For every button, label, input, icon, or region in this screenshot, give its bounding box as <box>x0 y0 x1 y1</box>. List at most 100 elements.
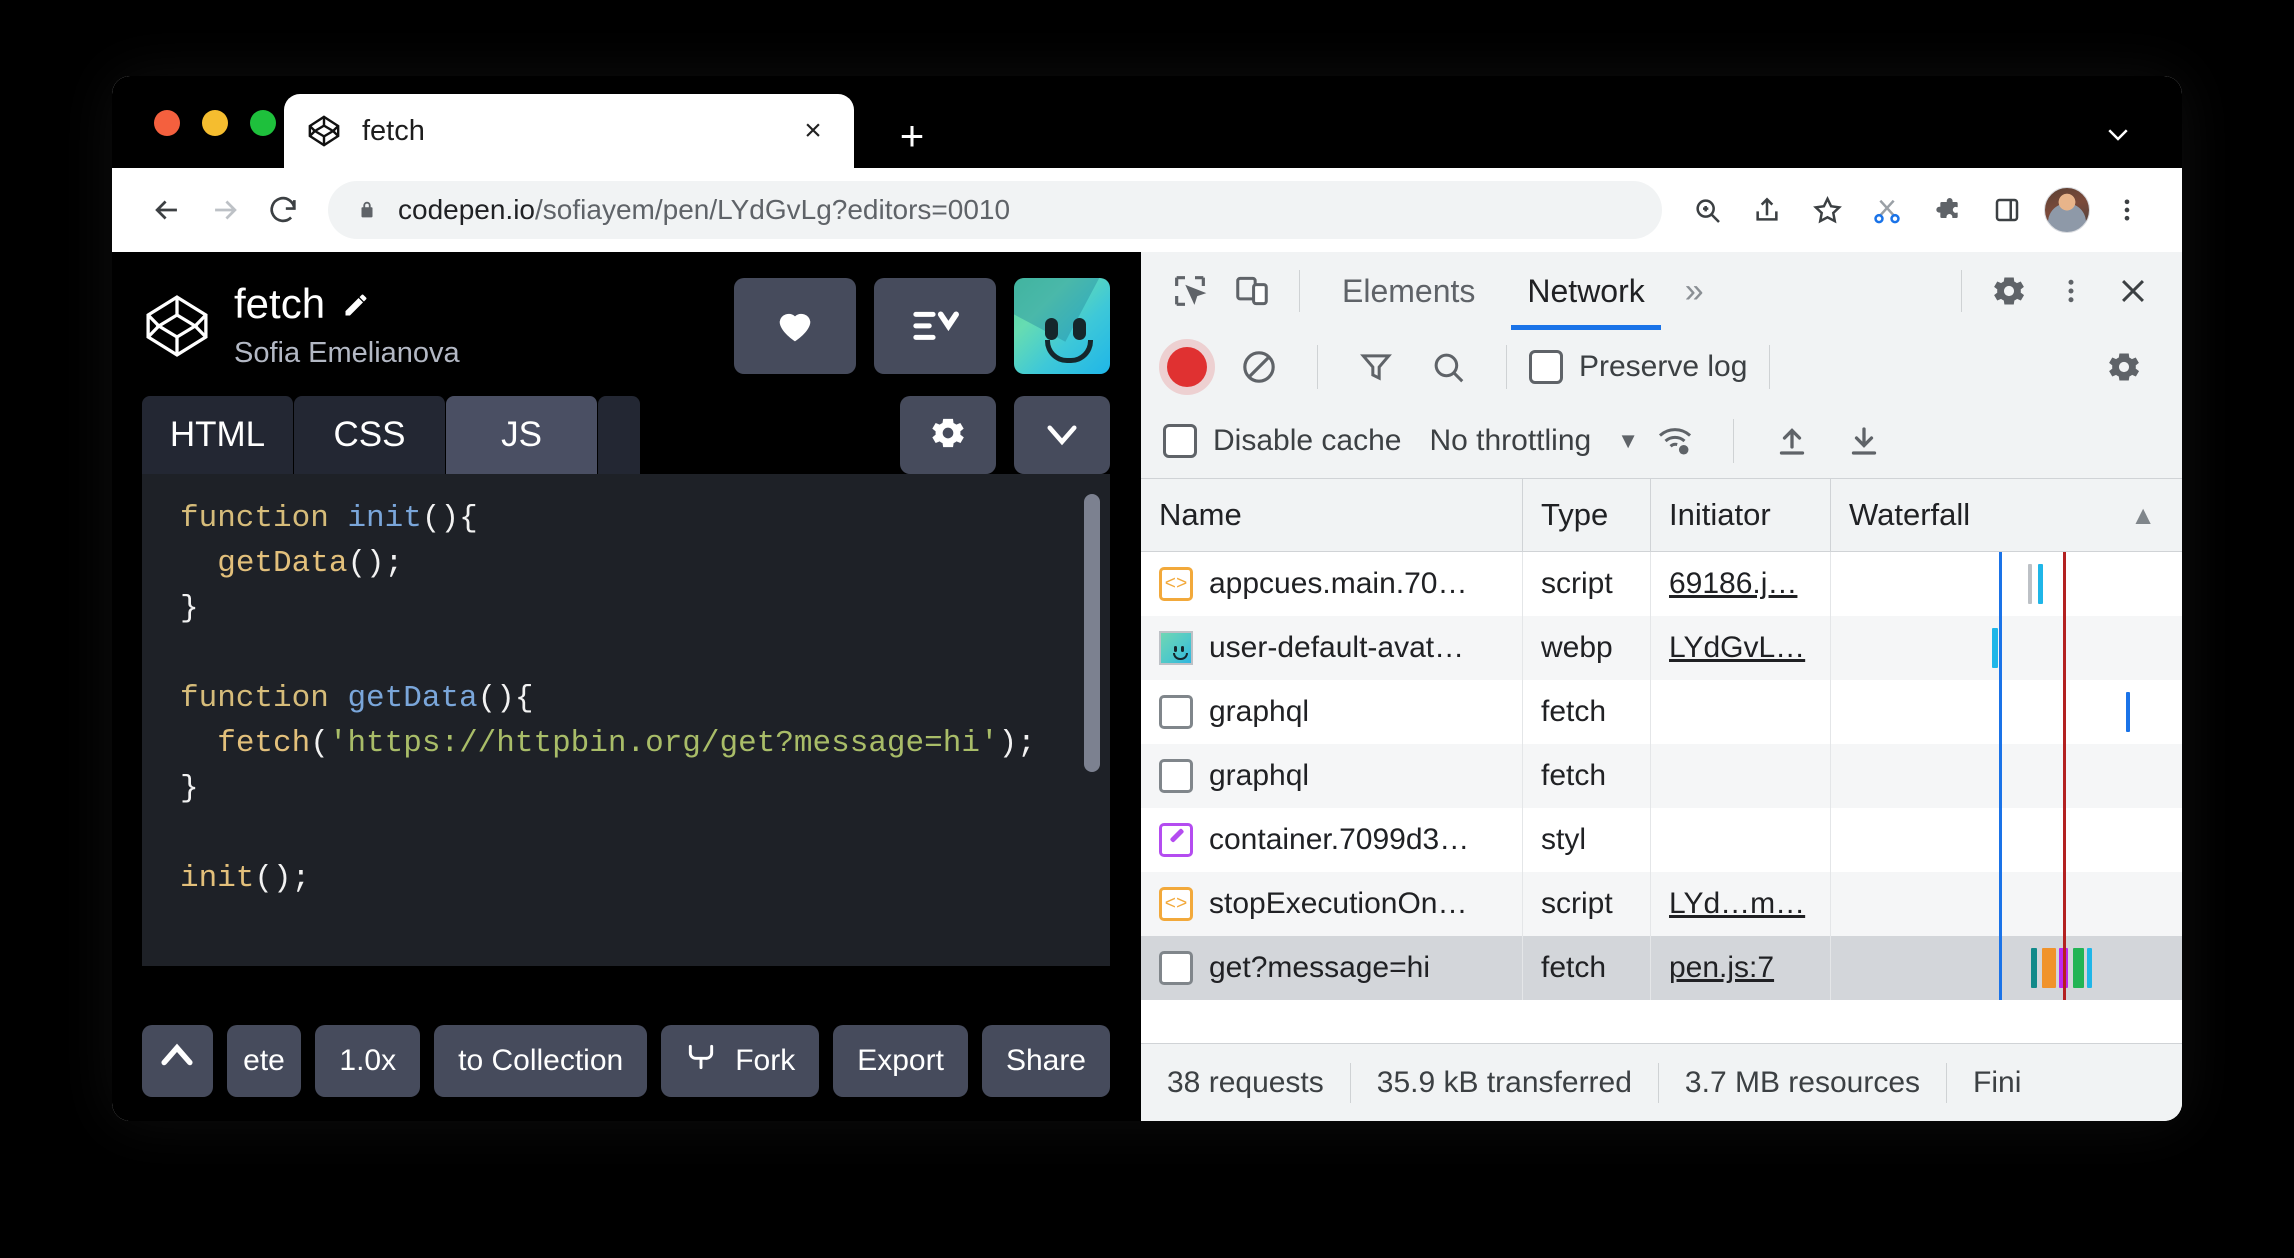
footer-clipped-label[interactable]: ete <box>226 1025 302 1097</box>
cell-waterfall <box>1831 552 2182 616</box>
cell-initiator[interactable] <box>1651 744 1831 808</box>
throttling-select-value[interactable]: No throttling <box>1429 424 1591 458</box>
editor-settings-button[interactable] <box>900 396 996 474</box>
column-header-waterfall-label: Waterfall <box>1849 497 1971 532</box>
maximize-window-button[interactable] <box>250 110 276 136</box>
details-button[interactable] <box>874 278 996 374</box>
table-row[interactable]: <> appcues.main.70… script 69186.j… <box>1141 552 2182 616</box>
disable-cache-checkbox[interactable] <box>1163 424 1197 458</box>
cell-initiator[interactable] <box>1651 680 1831 744</box>
tab-network[interactable]: Network <box>1501 252 1670 330</box>
sort-ascending-icon[interactable]: ▲ <box>2130 500 2156 531</box>
love-button[interactable] <box>734 278 856 374</box>
share-icon[interactable] <box>1738 181 1796 239</box>
devtools-settings-gear-icon[interactable] <box>1978 260 2040 322</box>
table-row[interactable]: graphql fetch <box>1141 744 2182 808</box>
network-settings-gear-icon[interactable] <box>2096 339 2152 395</box>
column-header-waterfall[interactable]: Waterfall ▲ <box>1831 479 2182 551</box>
column-header-name[interactable]: Name <box>1141 479 1523 551</box>
disable-cache-label[interactable]: Disable cache <box>1213 424 1401 458</box>
window-traffic-lights[interactable] <box>154 110 276 136</box>
user-avatar[interactable] <box>1014 278 1110 374</box>
codepen-logo-icon <box>142 291 212 361</box>
tab-css[interactable]: CSS <box>294 396 446 474</box>
new-tab-button[interactable]: + <box>888 112 936 160</box>
fork-button[interactable]: Fork <box>661 1025 820 1097</box>
reload-icon[interactable] <box>254 181 312 239</box>
bookmark-star-icon[interactable] <box>1798 181 1856 239</box>
devtools-panel: Elements Network » Preserve log Disable … <box>1140 252 2182 1121</box>
tab-strip: fetch × + <box>112 76 2182 168</box>
kebab-menu-icon[interactable] <box>2098 181 2156 239</box>
extensions-puzzle-icon[interactable] <box>1918 181 1976 239</box>
clear-icon[interactable] <box>1231 339 1287 395</box>
playback-speed-button[interactable]: 1.0x <box>315 1025 421 1097</box>
codepen-favicon-icon <box>306 113 342 149</box>
profile-avatar[interactable] <box>2038 181 2096 239</box>
search-icon[interactable] <box>1420 339 1476 395</box>
table-header-row: Name Type Initiator Waterfall ▲ <box>1141 479 2182 552</box>
table-row[interactable]: container.7099d3… styl <box>1141 808 2182 872</box>
initiator-link[interactable]: LYd…m… <box>1669 887 1805 921</box>
wifi-settings-icon[interactable] <box>1647 413 1703 469</box>
initiator-link[interactable]: 69186.j… <box>1669 567 1797 601</box>
dom-content-loaded-marker <box>1999 872 2003 936</box>
cell-initiator[interactable]: pen.js:7 <box>1651 936 1831 1000</box>
scissors-icon[interactable] <box>1858 181 1916 239</box>
tab-elements[interactable]: Elements <box>1316 252 1501 330</box>
divider <box>1317 345 1318 389</box>
preserve-log-label[interactable]: Preserve log <box>1579 350 1747 384</box>
more-tabs-chevron-icon[interactable]: » <box>1671 252 1718 330</box>
dom-content-loaded-marker <box>1999 808 2003 872</box>
status-requests: 38 requests <box>1167 1065 1324 1099</box>
cell-initiator[interactable]: LYd…m… <box>1651 872 1831 936</box>
zoom-icon[interactable] <box>1678 181 1736 239</box>
tab-js[interactable]: JS <box>446 396 598 474</box>
export-button[interactable]: Export <box>833 1025 968 1097</box>
image-thumbnail-icon <box>1159 631 1193 665</box>
chevron-down-icon[interactable]: ▼ <box>1617 428 1639 454</box>
cell-initiator[interactable]: 69186.j… <box>1651 552 1831 616</box>
initiator-link[interactable]: pen.js:7 <box>1669 951 1774 985</box>
cell-initiator[interactable] <box>1651 808 1831 872</box>
cell-initiator[interactable]: LYdGvL… <box>1651 616 1831 680</box>
inspect-cursor-icon[interactable] <box>1159 260 1221 322</box>
add-to-collection-button[interactable]: to Collection <box>434 1025 648 1097</box>
table-row[interactable]: graphql fetch <box>1141 680 2182 744</box>
table-row[interactable]: get?message=hi fetch pen.js:7 <box>1141 936 2182 1000</box>
share-button[interactable]: Share <box>981 1025 1110 1097</box>
minimize-window-button[interactable] <box>202 110 228 136</box>
download-arrow-icon[interactable] <box>1836 413 1892 469</box>
editor-scrollbar[interactable] <box>1084 494 1100 772</box>
tab-close-icon[interactable]: × <box>794 112 832 150</box>
filter-icon[interactable] <box>1348 339 1404 395</box>
devtools-kebab-menu-icon[interactable] <box>2040 260 2102 322</box>
url-bar[interactable]: codepen.io/sofiayem/pen/LYdGvLg?editors=… <box>328 181 1662 239</box>
preserve-log-checkbox[interactable] <box>1529 350 1563 384</box>
device-toggle-icon[interactable] <box>1221 260 1283 322</box>
tab-html[interactable]: HTML <box>142 396 294 474</box>
initiator-link[interactable]: LYdGvL… <box>1669 631 1805 665</box>
column-header-initiator[interactable]: Initiator <box>1651 479 1831 551</box>
table-row[interactable]: <> stopExecutionOn… script LYd…m… <box>1141 872 2182 936</box>
js-code-editor[interactable]: function init(){ getData();} function ge… <box>142 474 1110 966</box>
divider <box>1299 270 1300 312</box>
code-token: function <box>180 501 348 536</box>
back-arrow-icon[interactable] <box>138 181 196 239</box>
code-token: ); <box>998 726 1036 761</box>
close-window-button[interactable] <box>154 110 180 136</box>
browser-tab[interactable]: fetch × <box>284 94 854 168</box>
footer-collapse-button[interactable] <box>142 1025 213 1097</box>
side-panel-icon[interactable] <box>1978 181 2036 239</box>
tab-search-chevron-down-icon[interactable] <box>2096 112 2140 156</box>
record-icon[interactable] <box>1167 347 1207 387</box>
code-token: } <box>180 591 199 626</box>
pen-actions <box>734 278 1110 374</box>
editor-collapse-button[interactable] <box>1014 396 1110 474</box>
column-header-type[interactable]: Type <box>1523 479 1651 551</box>
table-row[interactable]: user-default-avat… webp LYdGvL… <box>1141 616 2182 680</box>
devtools-close-icon[interactable] <box>2102 260 2164 322</box>
upload-arrow-icon[interactable] <box>1764 413 1820 469</box>
pencil-icon[interactable] <box>341 290 371 320</box>
